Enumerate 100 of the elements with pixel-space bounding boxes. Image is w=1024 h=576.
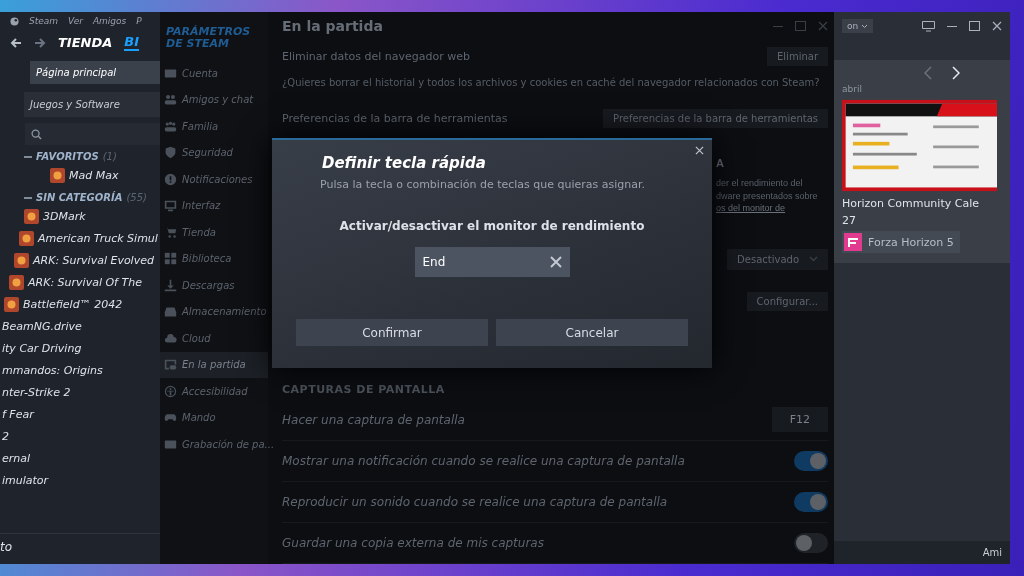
drive-icon xyxy=(164,305,177,319)
game-title[interactable]: ARK: Survival Of The xyxy=(28,275,142,289)
dialog-subtitle: Pulsa la tecla o combinación de teclas que quieras asignar. xyxy=(319,178,647,191)
game-title[interactable]: imulator xyxy=(2,473,49,487)
event-title: Horizon Community Cale xyxy=(842,197,980,210)
close-icon[interactable] xyxy=(992,21,1002,31)
nav-label[interactable]: En la partida xyxy=(182,359,246,371)
nav-label[interactable]: Almacenamiento xyxy=(182,306,267,318)
nav-label[interactable]: Seguridad xyxy=(182,147,233,159)
menu-item[interactable]: Steam xyxy=(29,16,59,26)
cloud-icon xyxy=(164,331,177,345)
group-name[interactable]: FAVORITOS xyxy=(36,151,99,162)
account-dropdown[interactable]: on xyxy=(842,19,874,33)
settings-nav-item[interactable]: Cloud xyxy=(160,325,268,352)
hotkey-field[interactable]: F12 xyxy=(771,407,828,433)
collapse-toggle-icon[interactable] xyxy=(24,196,32,199)
settings-title: PARÁMETROS DE STEAM xyxy=(165,24,252,53)
settings-nav-item[interactable]: Mando xyxy=(160,404,268,432)
menu-item[interactable]: P xyxy=(136,16,142,26)
account-name[interactable]: on xyxy=(847,21,859,31)
confirm-button[interactable]: Confirmar xyxy=(296,319,488,346)
game-title[interactable]: 2 xyxy=(2,429,9,443)
game-tag[interactable]: Forza Horizon 5 xyxy=(842,231,960,253)
dialog-title: Definir tecla rápida xyxy=(321,154,487,172)
settings-link[interactable]: os del monitor de xyxy=(716,202,828,215)
setting-label: Guardar una copia externa de mis capturas xyxy=(282,535,544,550)
menu-item[interactable]: Amigos xyxy=(92,16,127,26)
dropdown-value[interactable]: Desactivado xyxy=(737,253,799,265)
people-icon xyxy=(164,93,177,107)
monitor-icon[interactable] xyxy=(922,20,935,32)
forward-arrow-icon[interactable] xyxy=(34,36,46,49)
game-title[interactable]: 3DMark xyxy=(43,209,86,223)
game-title[interactable]: f Fear xyxy=(2,407,34,421)
settings-nav-item[interactable]: Seguridad xyxy=(160,139,268,167)
toggle-switch[interactable] xyxy=(794,532,828,553)
setting-button[interactable]: Eliminar xyxy=(767,46,828,66)
settings-nav-item[interactable]: Cuenta xyxy=(160,60,268,87)
settings-nav-item[interactable]: En la partida xyxy=(160,351,268,379)
game-title[interactable]: BeamNG.drive xyxy=(2,319,82,333)
section-heading: A xyxy=(716,155,725,171)
section-heading: CAPTURAS DE PANTALLA xyxy=(282,382,446,396)
search-field[interactable] xyxy=(25,123,160,145)
hotkey-input-field[interactable]: End xyxy=(414,247,570,277)
settings-nav-item[interactable]: Almacenamiento xyxy=(160,298,268,326)
settings-nav-item[interactable]: Biblioteca xyxy=(160,245,268,273)
settings-nav-item[interactable]: Amigos y chat xyxy=(160,86,268,114)
game-title[interactable]: mmandos: Origins xyxy=(2,363,103,377)
nav-label[interactable]: Interfaz xyxy=(182,200,221,212)
menu-item[interactable]: Ver xyxy=(68,16,83,26)
nav-label[interactable]: Familia xyxy=(182,120,219,132)
configure-button[interactable]: Configurar... xyxy=(746,291,828,311)
collapse-toggle-icon[interactable] xyxy=(24,155,32,158)
cart-icon xyxy=(164,225,177,239)
maximize-icon[interactable] xyxy=(969,21,980,31)
nav-label[interactable]: Tienda xyxy=(182,226,216,238)
back-arrow-icon[interactable] xyxy=(10,36,22,49)
nav-label[interactable]: Amigos y chat xyxy=(182,94,254,106)
nav-label[interactable]: Biblioteca xyxy=(182,253,232,265)
nav-label[interactable]: Notificaciones xyxy=(182,173,253,185)
screen-gamepad-icon xyxy=(164,358,177,372)
game-title[interactable]: ernal xyxy=(2,451,31,465)
accessibility-icon xyxy=(164,384,177,398)
setting-button[interactable]: Preferencias de la barra de herramientas xyxy=(603,108,828,128)
settings-nav-item[interactable]: Tienda xyxy=(160,219,268,246)
game-title[interactable]: American Truck Simul xyxy=(38,231,158,245)
game-title[interactable]: Battlefield™ 2042 xyxy=(23,297,123,311)
footer-text[interactable]: Ami xyxy=(834,541,1010,564)
nav-label[interactable]: Cuenta xyxy=(182,67,218,79)
settings-nav-item[interactable]: Accesibilidad xyxy=(160,378,268,405)
filter-dropdown[interactable]: Juegos y Software xyxy=(24,92,160,117)
nav-tab[interactable]: TIENDA xyxy=(58,35,113,50)
settings-nav-item[interactable]: Descargas xyxy=(160,272,268,299)
nav-label[interactable]: Grabación de pa... xyxy=(182,438,275,450)
nav-label[interactable]: Cloud xyxy=(182,332,211,344)
game-name[interactable]: Forza Horizon 5 xyxy=(868,235,954,249)
alert-icon xyxy=(164,172,177,186)
settings-nav-item[interactable]: Notificaciones xyxy=(160,166,268,193)
monitor-icon xyxy=(164,199,177,213)
nav-label[interactable]: Accesibilidad xyxy=(182,385,248,397)
setting-label: Hacer una captura de pantalla xyxy=(282,412,465,427)
event-day: 27 xyxy=(842,214,1010,227)
game-title[interactable]: ity Car Driving xyxy=(2,341,82,355)
cancel-button[interactable]: Cancelar xyxy=(496,319,688,346)
toggle-switch[interactable] xyxy=(794,450,828,471)
steam-logo-icon xyxy=(10,16,19,26)
settings-nav-item[interactable]: Familia xyxy=(160,113,268,140)
home-button[interactable]: Página principal xyxy=(30,61,160,84)
game-title[interactable]: nter-Strike 2 xyxy=(2,385,71,399)
nav-tab[interactable]: BI xyxy=(124,34,140,51)
field-value[interactable]: End xyxy=(422,255,446,269)
group-name[interactable]: SIN CATEGORÍA xyxy=(36,192,123,203)
game-title[interactable]: Mad Max xyxy=(69,168,119,182)
dropdown[interactable]: Desactivado xyxy=(727,248,828,270)
nav-label[interactable]: Descargas xyxy=(182,279,235,291)
group-count: (1) xyxy=(102,151,117,162)
game-title[interactable]: ARK: Survival Evolved xyxy=(33,253,154,267)
nav-label[interactable]: Mando xyxy=(182,412,216,424)
toggle-switch[interactable] xyxy=(794,491,828,512)
clear-icon[interactable] xyxy=(549,256,562,268)
settings-nav-item[interactable]: Interfaz xyxy=(160,192,268,220)
